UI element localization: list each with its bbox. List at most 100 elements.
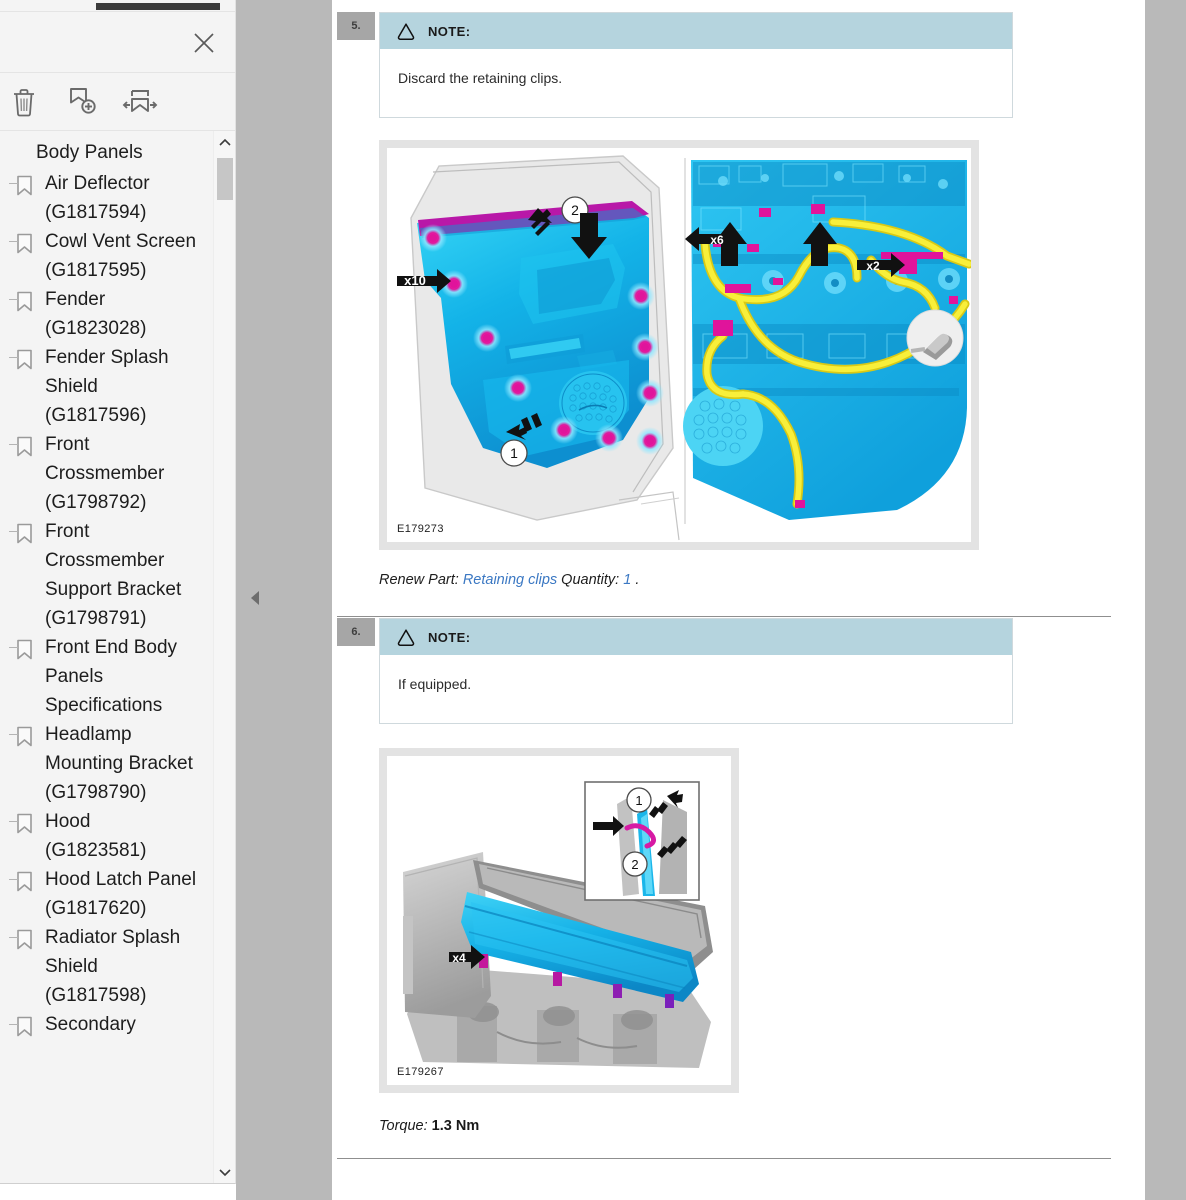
quantity-label: Quantity:: [561, 572, 620, 588]
bookmark-item-label: Radiator Splash Shield (G1817598): [45, 927, 181, 1006]
step-divider-bottom: [337, 1158, 1111, 1159]
bookmark-item-label: Secondary: [45, 1014, 136, 1035]
bookmark-add-icon: [70, 87, 96, 114]
note-header: NOTE:: [380, 619, 1012, 655]
bookmark-item-label: Hood (G1823581): [45, 811, 147, 861]
bookmark-icon: [16, 929, 36, 950]
renew-part-link[interactable]: Retaining clips: [463, 572, 557, 588]
application-window: Body Panels Air Deflector (G1817594) Cowl…: [0, 0, 1186, 1200]
scrollbar-thumb[interactable]: [217, 158, 233, 200]
bookmark-item[interactable]: Cowl Vent Screen (G1817595): [0, 227, 213, 285]
bookmark-item[interactable]: Headlamp Mounting Bracket (G1798790): [0, 720, 213, 807]
bookmark-item-label: Headlamp Mounting Bracket (G1798790): [45, 724, 193, 803]
add-bookmark-button[interactable]: [62, 82, 102, 122]
bookmark-icon: [16, 291, 36, 312]
figure-id-label: E179273: [397, 523, 444, 535]
bookmark-item-label: Front Crossmember (G1798792): [45, 434, 165, 513]
collapse-panel-button[interactable]: [248, 588, 262, 608]
caption-suffix: .: [635, 572, 640, 588]
bookmark-item[interactable]: Front Crossmember Support Bracket (G1798…: [0, 517, 213, 633]
chevron-up-icon: [218, 138, 231, 146]
note-text: If equipped.: [398, 675, 472, 692]
bookmark-item-label: Front Crossmember Support Bracket (G1798…: [45, 521, 182, 629]
svg-text:x10: x10: [404, 273, 426, 288]
tree-connector-line: [9, 531, 18, 532]
bookmark-tree: Body Panels Air Deflector (G1817594) Cowl…: [0, 131, 235, 1183]
figure-e179267[interactable]: x4 1 2 E179267: [379, 748, 739, 1093]
document-viewport[interactable]: 5. NOTE: Discard the retaining clips. 2 …: [332, 0, 1186, 1200]
renew-part-caption: Renew Part: Retaining clips Quantity: 1 …: [379, 572, 639, 588]
bookmark-item-label: Air Deflector (G1817594): [45, 173, 150, 223]
torque-value: 1.3 Nm: [431, 1118, 480, 1134]
bookmark-item[interactable]: Hood (G1823581): [0, 807, 213, 865]
close-icon: [194, 33, 214, 53]
note-box: NOTE: If equipped.: [379, 618, 1013, 724]
svg-text:x2: x2: [866, 259, 880, 273]
bookmark-item[interactable]: Front Crossmember (G1798792): [0, 430, 213, 517]
bookmark-icon: [16, 233, 36, 254]
bookmark-item[interactable]: Air Deflector (G1817594): [0, 169, 213, 227]
chevron-down-icon: [218, 1168, 231, 1176]
bookmark-item-label: Cowl Vent Screen (G1817595): [45, 231, 197, 281]
note-text: Discard the retaining clips.: [398, 69, 563, 86]
bookmark-icon: [16, 639, 36, 660]
bookmark-item[interactable]: Fender Splash Shield (G1817596): [0, 343, 213, 430]
figure-e179273[interactable]: 2 x10 1 x6 x2 E179273: [379, 140, 979, 550]
bookmark-icon: [16, 349, 36, 370]
tree-connector-line: [9, 879, 18, 880]
tree-connector-line: [9, 647, 18, 648]
bookmark-tree-scroll-area: Body Panels Air Deflector (G1817594) Cowl…: [0, 131, 213, 1183]
bookmark-root-label[interactable]: Body Panels: [0, 137, 213, 169]
torque-label: Torque:: [379, 1118, 428, 1134]
triangle-left-icon: [251, 591, 259, 605]
bookmark-icon: [16, 726, 36, 747]
svg-text:1: 1: [635, 793, 642, 808]
bookmark-item[interactable]: Radiator Splash Shield (G1817598): [0, 923, 213, 1010]
bookmarks-tab-indicator[interactable]: [96, 3, 220, 10]
panel-splitter[interactable]: [236, 0, 332, 1200]
bookmark-icon: [16, 175, 36, 196]
figure-id-label: E179267: [397, 1066, 444, 1078]
bookmark-icon: [16, 1016, 36, 1037]
bookmark-item[interactable]: Hood Latch Panel (G1817620): [0, 865, 213, 923]
tree-connector-line: [9, 937, 18, 938]
tree-connector-line: [9, 241, 18, 242]
bookmark-item-label: Fender (G1823028): [45, 289, 147, 339]
tree-connector-line: [9, 183, 18, 184]
bookmark-item[interactable]: Front End Body Panels Specifications: [0, 633, 213, 720]
bookmark-icon: [16, 436, 36, 457]
note-label: NOTE:: [428, 23, 471, 39]
expand-bookmark-button[interactable]: [120, 82, 160, 122]
note-box: NOTE: Discard the retaining clips.: [379, 12, 1013, 118]
bookmark-item[interactable]: Secondary: [0, 1010, 213, 1040]
trim-panel-left-view: 2 x10 1: [397, 155, 680, 541]
cowl-vent-screen-illustration: x4 1 2: [387, 756, 731, 1085]
bookmark-item-list: Air Deflector (G1817594) Cowl Vent Screen…: [0, 169, 213, 1040]
svg-text:2: 2: [631, 857, 638, 872]
step-divider: [337, 616, 1111, 617]
bookmark-item-label: Front End Body Panels Specifications: [45, 637, 178, 716]
bookmark-item-label: Hood Latch Panel (G1817620): [45, 869, 197, 919]
door-trim-panel-illustration: 2 x10 1 x6 x2: [387, 148, 971, 542]
bookmark-item-label: Fender Splash Shield (G1817596): [45, 347, 169, 426]
tree-connector-line: [9, 444, 18, 445]
bookmark-icon: [16, 523, 36, 544]
step-number-badge: 6.: [337, 618, 375, 646]
panel-tab-strip: [0, 0, 235, 12]
door-frame-harness-view: x6 x2: [683, 160, 971, 520]
scroll-down-button[interactable]: [214, 1161, 235, 1183]
close-panel-button[interactable]: [187, 26, 221, 60]
bookmark-scrollbar[interactable]: [213, 131, 235, 1183]
bookmark-icon: [16, 871, 36, 892]
bookmark-item[interactable]: Fender (G1823028): [0, 285, 213, 343]
quantity-value[interactable]: 1: [623, 572, 631, 588]
tree-connector-line: [9, 821, 18, 822]
scroll-up-button[interactable]: [214, 131, 235, 153]
tree-connector-line: [9, 1024, 18, 1025]
svg-text:1: 1: [510, 445, 518, 461]
bookmark-panel-header: [0, 12, 235, 73]
delete-bookmark-button[interactable]: [4, 82, 44, 122]
step-number-badge: 5.: [337, 12, 375, 40]
bookmark-icon: [16, 813, 36, 834]
bookmark-panel: Body Panels Air Deflector (G1817594) Cowl…: [0, 0, 236, 1184]
